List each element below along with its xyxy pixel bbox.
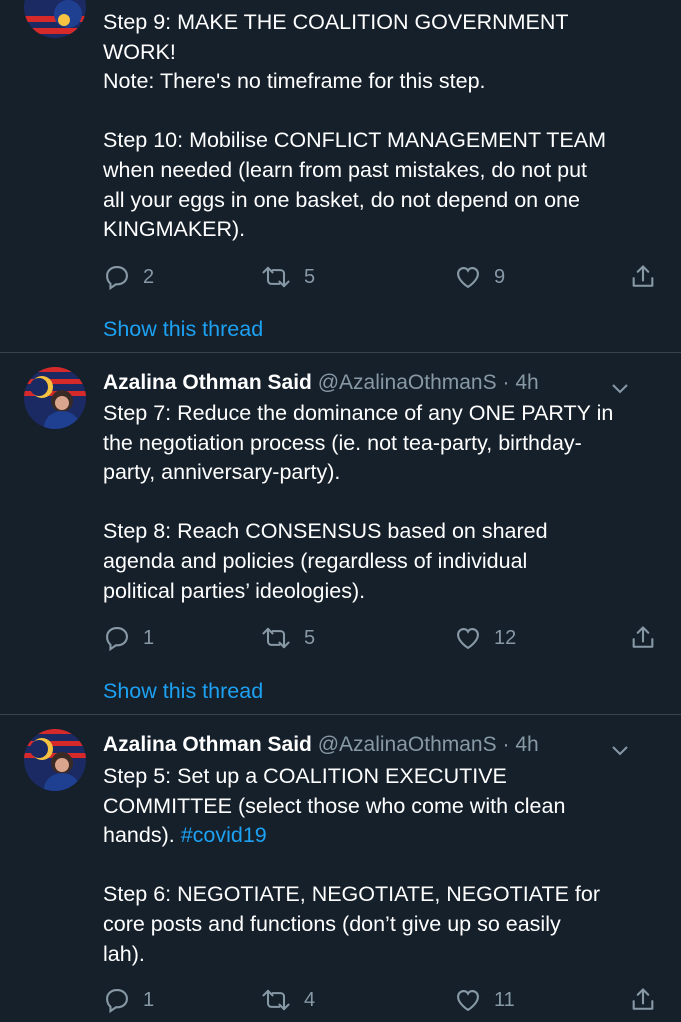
retweet-button[interactable]: 5 <box>260 623 315 653</box>
avatar[interactable] <box>24 0 86 38</box>
tweet-header: Azalina Othman Said @AzalinaOthmanS · 4h <box>103 730 657 760</box>
like-button[interactable]: 12 <box>454 623 516 653</box>
separator-dot: · <box>502 371 510 394</box>
retweet-count: 5 <box>304 626 316 649</box>
like-button[interactable]: 11 <box>454 985 515 1015</box>
reply-icon <box>103 986 131 1014</box>
tweet-text-line: when needed (learn from past mistakes, d… <box>103 157 588 182</box>
tweet-card[interactable]: Azalina Othman Said @AzalinaOthmanS · 4h… <box>0 353 681 714</box>
chevron-down-icon[interactable] <box>611 374 629 394</box>
tweet-time[interactable]: 4h <box>515 371 538 394</box>
show-thread-link[interactable]: Show this thread <box>103 314 263 344</box>
reply-button[interactable]: 1 <box>103 985 154 1015</box>
timeline-feed: Step 9: MAKE THE COALITION GOVERNMENT WO… <box>0 0 681 1022</box>
retweet-count: 4 <box>304 988 316 1011</box>
tweet-text-line: all your eggs in one basket, do not depe… <box>103 187 580 212</box>
chevron-down-icon[interactable] <box>611 736 629 756</box>
retweet-button[interactable]: 5 <box>260 262 315 292</box>
avatar[interactable] <box>24 367 86 429</box>
tweet-text-line: agenda and policies (regardless of indiv… <box>103 548 528 573</box>
reply-icon <box>103 263 131 291</box>
like-icon <box>454 986 482 1014</box>
tweet-text: Step 5: Set up a COALITION EXECUTIVE COM… <box>103 762 663 969</box>
avatar[interactable] <box>24 729 86 791</box>
tweet-text-line: Step 8: Reach CONSENSUS based on shared <box>103 519 548 544</box>
share-button[interactable] <box>629 262 657 292</box>
tweet-actions: 2 5 9 <box>103 262 658 292</box>
retweet-button[interactable]: 4 <box>260 985 315 1015</box>
tweet-card[interactable]: Azalina Othman Said @AzalinaOthmanS · 4h… <box>0 715 681 1022</box>
tweet-text-line: Step 7: Reduce the dominance of any ONE … <box>103 401 614 425</box>
tweet-text: Step 7: Reduce the dominance of any ONE … <box>103 399 663 606</box>
share-button[interactable] <box>629 985 657 1015</box>
show-thread-link[interactable]: Show this thread <box>103 676 263 706</box>
author-handle[interactable]: @AzalinaOthmanS <box>318 733 497 756</box>
tweet-text-line: Step 5: Set up a COALITION EXECUTIVE <box>103 764 507 788</box>
reply-count: 2 <box>143 265 155 288</box>
tweet-actions: 1 5 12 <box>103 623 658 653</box>
author-name[interactable]: Azalina Othman Said <box>103 371 312 394</box>
tweet-text-fragment: hands). <box>103 823 181 848</box>
reply-icon <box>103 624 131 652</box>
tweet-text-line: KINGMAKER). <box>103 217 246 242</box>
tweet-text-line: political parties’ ideologies). <box>103 578 366 603</box>
tweet-header: Azalina Othman Said @AzalinaOthmanS · 4h <box>103 368 657 398</box>
share-icon <box>629 263 657 291</box>
like-button[interactable]: 9 <box>454 262 505 292</box>
retweet-icon <box>260 624 292 652</box>
tweet-text-line: Step 6: NEGOTIATE, NEGOTIATE, NEGOTIATE … <box>103 882 600 907</box>
separator-dot: · <box>502 733 510 756</box>
share-icon <box>629 624 657 652</box>
hashtag-link[interactable]: #covid19 <box>181 823 267 847</box>
author-handle[interactable]: @AzalinaOthmanS <box>318 371 497 394</box>
tweet-card[interactable]: Step 9: MAKE THE COALITION GOVERNMENT WO… <box>0 0 681 352</box>
retweet-icon <box>260 986 292 1014</box>
tweet-text-line: party, anniversary-party). <box>103 460 341 485</box>
tweet-text-line: core posts and functions (don’t give up … <box>103 911 561 936</box>
reply-count: 1 <box>143 988 155 1011</box>
retweet-icon <box>260 263 292 291</box>
tweet-text-line: WORK! <box>103 39 176 64</box>
reply-button[interactable]: 1 <box>103 623 154 653</box>
reply-count: 1 <box>143 626 155 649</box>
tweet-text-line: hands). #covid19 <box>103 821 663 851</box>
like-count: 11 <box>494 988 515 1011</box>
share-icon <box>629 986 657 1014</box>
share-button[interactable] <box>629 623 657 653</box>
like-count: 12 <box>494 626 517 649</box>
tweet-text: Step 9: MAKE THE COALITION GOVERNMENT WO… <box>103 8 663 245</box>
tweet-time[interactable]: 4h <box>515 733 538 756</box>
tweet-text-line: COMMITTEE (select those who come with cl… <box>103 793 566 818</box>
like-icon <box>454 263 482 291</box>
tweet-text-line: the negotiation process (ie. not tea-par… <box>103 430 582 455</box>
retweet-count: 5 <box>304 265 316 288</box>
tweet-text-line: Note: There's no timeframe for this step… <box>103 69 486 94</box>
tweet-text-line: lah). <box>103 941 145 966</box>
tweet-actions: 1 4 11 <box>103 985 658 1015</box>
author-name[interactable]: Azalina Othman Said <box>103 733 312 756</box>
like-icon <box>454 624 482 652</box>
tweet-text-line: Step 10: Mobilise CONFLICT MANAGEMENT TE… <box>103 128 606 153</box>
reply-button[interactable]: 2 <box>103 262 154 292</box>
tweet-text-line: Step 9: MAKE THE COALITION GOVERNMENT <box>103 10 569 34</box>
like-count: 9 <box>494 265 506 288</box>
